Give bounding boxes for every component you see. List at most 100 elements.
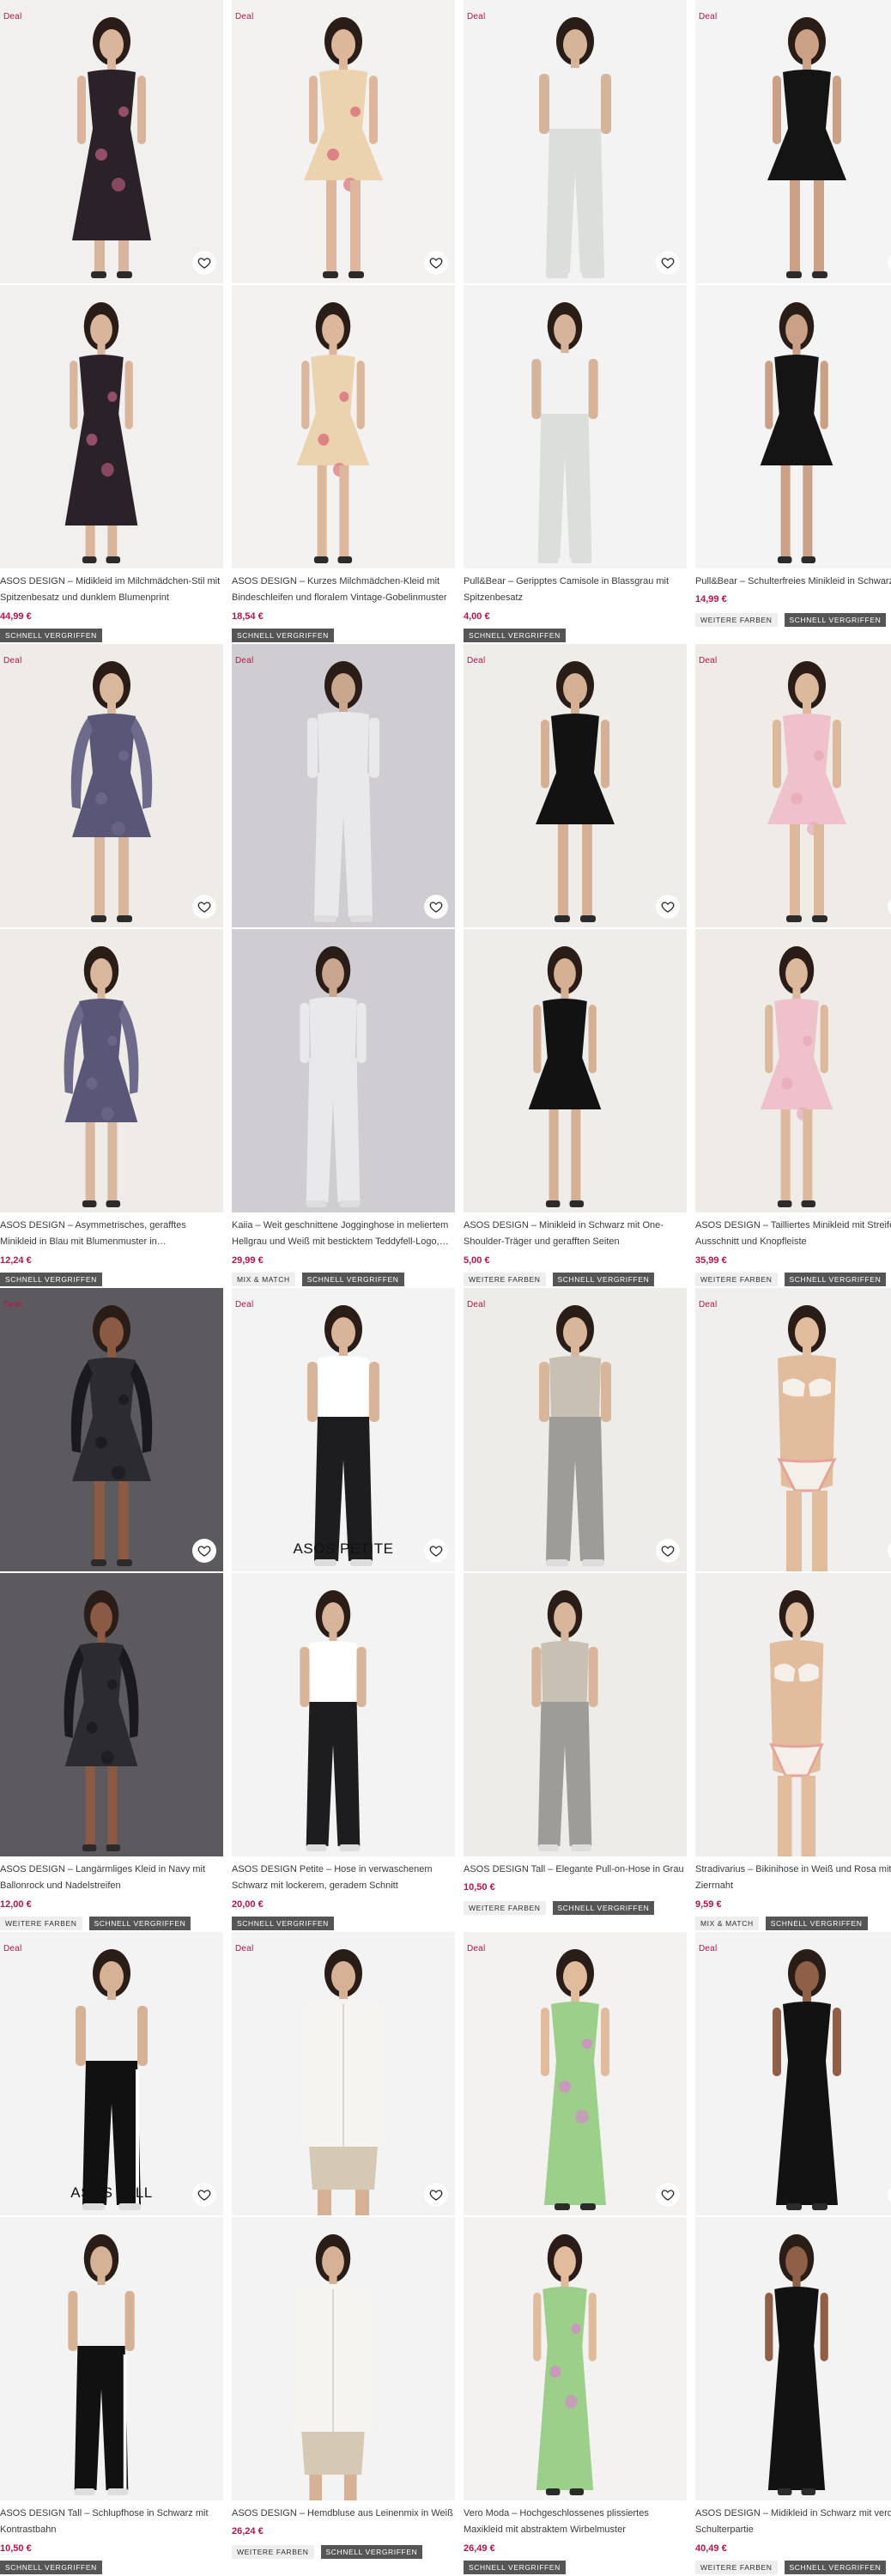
more-colors-tag[interactable]: WEITERE FARBEN bbox=[695, 1273, 778, 1286]
wishlist-heart-icon[interactable] bbox=[192, 2183, 216, 2207]
product-image[interactable]: Deal bbox=[0, 1288, 223, 1571]
sold-out-tag: SCHNELL VERGRIFFEN bbox=[784, 613, 887, 627]
product-title[interactable]: Vero Moda – Hochgeschlossenes plissierte… bbox=[464, 2506, 687, 2538]
sold-out-tag: SCHNELL VERGRIFFEN bbox=[784, 2561, 887, 2574]
product-title[interactable]: ASOS DESIGN – Asymmetrisches, gerafftes … bbox=[0, 1218, 223, 1250]
more-colors-tag[interactable]: WEITERE FARBEN bbox=[232, 2545, 314, 2559]
wishlist-heart-icon[interactable] bbox=[192, 1539, 216, 1563]
more-colors-tag[interactable]: WEITERE FARBEN bbox=[0, 1917, 82, 1930]
wishlist-heart-icon[interactable] bbox=[192, 251, 216, 275]
product-title[interactable]: Kaiia – Weit geschnittene Jogginghose in… bbox=[232, 1218, 455, 1250]
product-image[interactable]: Deal bbox=[232, 644, 455, 927]
product-title[interactable]: ASOS DESIGN – Tailliertes Minikleid mit … bbox=[695, 1218, 891, 1250]
wishlist-heart-icon[interactable] bbox=[656, 2183, 680, 2207]
deal-badge: Deal bbox=[699, 1300, 718, 1309]
product-image-alt[interactable] bbox=[232, 285, 455, 568]
product-image[interactable]: Deal ASOS PETITE bbox=[232, 1288, 455, 1571]
product-image-alt[interactable] bbox=[0, 1573, 223, 1856]
product-card[interactable]: Deal Kaiia – Weit geschnittene Jogginghos… bbox=[232, 644, 455, 1286]
wishlist-heart-icon[interactable] bbox=[192, 895, 216, 919]
product-image-alt[interactable] bbox=[695, 929, 891, 1212]
product-image[interactable]: Deal bbox=[232, 1932, 455, 2215]
product-image-alt[interactable] bbox=[695, 2217, 891, 2500]
product-image[interactable]: Deal bbox=[695, 1932, 891, 2215]
product-tags: WEITERE FARBEN SCHNELL VERGRIFFEN bbox=[695, 2561, 887, 2574]
product-price: 29,99 € bbox=[232, 1255, 264, 1266]
product-card[interactable]: Deal ASOS DESIGN – Midikleid im Milchmädc… bbox=[0, 0, 223, 642]
product-image[interactable]: Deal bbox=[232, 0, 455, 283]
product-card[interactable]: Deal ASOS PETITE ASOS DESIGN Petite – Hose… bbox=[232, 1288, 455, 1930]
product-title[interactable]: ASOS DESIGN Tall – Schlupfhose in Schwar… bbox=[0, 2506, 223, 2538]
more-colors-tag[interactable]: WEITERE FARBEN bbox=[695, 2561, 778, 2574]
product-title[interactable]: ASOS DESIGN – Midikleid in Schwarz mit v… bbox=[695, 2506, 891, 2538]
product-title[interactable]: ASOS DESIGN – Langärmliges Kleid in Navy… bbox=[0, 1862, 223, 1894]
deal-badge: Deal bbox=[467, 12, 486, 21]
product-title[interactable]: Pull&Bear – Geripptes Camisole in Blassg… bbox=[464, 574, 687, 606]
product-image[interactable]: Deal bbox=[464, 1932, 687, 2215]
product-card[interactable]: Deal Pull&Bear – Geripptes Camisole in Bl… bbox=[464, 0, 687, 642]
product-image-alt[interactable] bbox=[464, 1573, 687, 1856]
more-colors-tag[interactable]: WEITERE FARBEN bbox=[464, 1273, 546, 1286]
product-image-alt[interactable] bbox=[695, 285, 891, 568]
product-price: 10,50 € bbox=[0, 2543, 32, 2554]
product-card[interactable]: Deal ASOS DESIGN – Minikleid in Schwarz m… bbox=[464, 644, 687, 1286]
product-image[interactable]: Deal bbox=[0, 644, 223, 927]
product-card[interactable]: Deal ASOS DESIGN – Midikleid in Schwarz m… bbox=[695, 1932, 891, 2574]
product-tags: WEITERE FARBEN SCHNELL VERGRIFFEN bbox=[232, 2545, 423, 2559]
wishlist-heart-icon[interactable] bbox=[656, 895, 680, 919]
product-title[interactable]: Pull&Bear – Schulterfreies Minikleid in … bbox=[695, 574, 891, 590]
product-image-alt[interactable] bbox=[464, 929, 687, 1212]
sold-out-tag: SCHNELL VERGRIFFEN bbox=[320, 2545, 423, 2559]
product-card[interactable]: Deal ASOS DESIGN – Asymmetrisches, geraff… bbox=[0, 644, 223, 1286]
mix-match-tag[interactable]: MIX & MATCH bbox=[695, 1917, 759, 1930]
wishlist-heart-icon[interactable] bbox=[424, 895, 448, 919]
wishlist-heart-icon[interactable] bbox=[424, 251, 448, 275]
product-title[interactable]: ASOS DESIGN Petite – Hose in verwaschene… bbox=[232, 1862, 455, 1894]
product-card[interactable]: Deal ASOS DESIGN – Tailliertes Minikleid … bbox=[695, 644, 891, 1286]
product-image[interactable]: Deal bbox=[0, 0, 223, 283]
product-image-alt[interactable] bbox=[0, 285, 223, 568]
wishlist-heart-icon[interactable] bbox=[656, 1539, 680, 1563]
sold-out-tag: SCHNELL VERGRIFFEN bbox=[0, 2561, 102, 2574]
product-card[interactable]: Deal Pull&Bear – Schulterfreies Minikleid… bbox=[695, 0, 891, 642]
product-card[interactable]: Deal Vero Moda – Hochgeschlossenes plissi… bbox=[464, 1932, 687, 2574]
product-tags: SCHNELL VERGRIFFEN bbox=[464, 2561, 566, 2574]
more-colors-tag[interactable]: WEITERE FARBEN bbox=[695, 613, 778, 627]
product-image-alt[interactable] bbox=[0, 2217, 223, 2500]
wishlist-heart-icon[interactable] bbox=[424, 2183, 448, 2207]
product-image[interactable]: Deal bbox=[695, 0, 891, 283]
product-image[interactable]: Deal bbox=[695, 644, 891, 927]
product-image[interactable]: Deal bbox=[464, 644, 687, 927]
product-title[interactable]: ASOS DESIGN – Kurzes Milchmädchen-Kleid … bbox=[232, 574, 455, 606]
more-colors-tag[interactable]: WEITERE FARBEN bbox=[464, 1901, 546, 1915]
product-image[interactable]: Deal bbox=[464, 1288, 687, 1571]
product-image[interactable]: Deal ASOS TALL bbox=[0, 1932, 223, 2215]
product-card[interactable]: Deal ASOS DESIGN – Hemdbluse aus Leinenmi… bbox=[232, 1932, 455, 2574]
product-image-alt[interactable] bbox=[464, 285, 687, 568]
product-image[interactable]: Deal bbox=[695, 1288, 891, 1571]
product-image-alt[interactable] bbox=[232, 929, 455, 1212]
product-title[interactable]: ASOS DESIGN – Hemdbluse aus Leinenmix in… bbox=[232, 2506, 455, 2522]
product-image-alt[interactable] bbox=[0, 929, 223, 1212]
sold-out-tag: SCHNELL VERGRIFFEN bbox=[232, 1917, 334, 1930]
product-card[interactable]: Deal ASOS DESIGN Tall – Elegante Pull-on-… bbox=[464, 1288, 687, 1930]
wishlist-heart-icon[interactable] bbox=[424, 1539, 448, 1563]
product-title[interactable]: ASOS DESIGN – Midikleid im Milchmädchen-… bbox=[0, 574, 223, 606]
product-image[interactable]: Deal bbox=[464, 0, 687, 283]
product-title[interactable]: Stradivarius – Bikinihose in Weiß und Ro… bbox=[695, 1862, 891, 1894]
product-card[interactable]: Deal ASOS DESIGN – Langärmliges Kleid in … bbox=[0, 1288, 223, 1930]
mix-match-tag[interactable]: MIX & MATCH bbox=[232, 1273, 295, 1286]
product-image-alt[interactable] bbox=[695, 1573, 891, 1856]
product-price: 12,24 € bbox=[0, 1255, 32, 1266]
product-image-alt[interactable] bbox=[232, 1573, 455, 1856]
product-image-alt[interactable] bbox=[464, 2217, 687, 2500]
product-card[interactable]: Deal ASOS DESIGN – Kurzes Milchmädchen-Kl… bbox=[232, 0, 455, 642]
product-image-alt[interactable] bbox=[232, 2217, 455, 2500]
product-card[interactable]: Deal ASOS TALL ASOS DESIGN Tall – Schlupfh… bbox=[0, 1932, 223, 2574]
product-title[interactable]: ASOS DESIGN – Minikleid in Schwarz mit O… bbox=[464, 1218, 687, 1250]
product-tags: MIX & MATCH SCHNELL VERGRIFFEN bbox=[695, 1917, 868, 1930]
product-card[interactable]: Deal Stradivarius – Bikinihose in Weiß un… bbox=[695, 1288, 891, 1930]
product-title[interactable]: ASOS DESIGN Tall – Elegante Pull-on-Hose… bbox=[464, 1862, 687, 1878]
product-price: 40,49 € bbox=[695, 2543, 727, 2554]
wishlist-heart-icon[interactable] bbox=[656, 251, 680, 275]
